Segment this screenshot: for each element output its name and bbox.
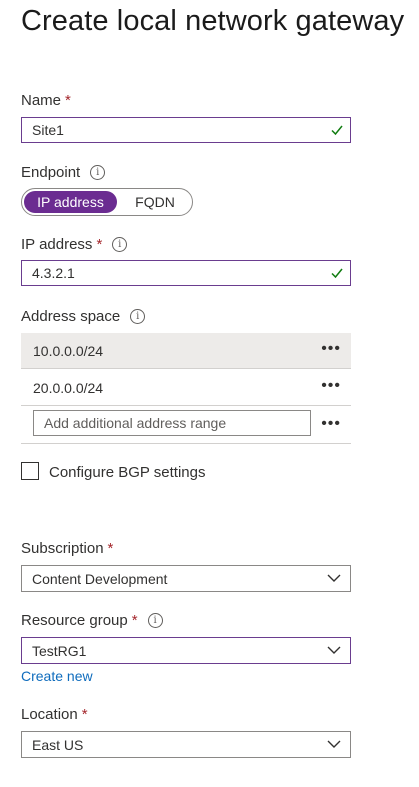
page-title: Create local network gateway — [21, 5, 405, 37]
add-address-range-input[interactable]: Add additional address range — [33, 410, 311, 436]
valid-check-icon — [331, 125, 343, 136]
endpoint-option-ip-address[interactable]: IP address — [24, 191, 117, 213]
name-value: Site1 — [32, 122, 64, 138]
info-icon[interactable]: i — [130, 309, 146, 324]
valid-check-icon — [331, 268, 343, 279]
ip-address-label: IP address * i — [21, 236, 128, 253]
subscription-value: Content Development — [32, 570, 168, 587]
more-options-icon[interactable]: ••• — [321, 377, 341, 395]
resource-group-label-text: Resource group — [21, 612, 128, 629]
required-mark: * — [65, 92, 71, 109]
endpoint-label: Endpoint i — [21, 164, 106, 181]
info-icon[interactable]: i — [147, 613, 163, 628]
bgp-checkbox[interactable] — [21, 462, 39, 480]
address-row[interactable]: 20.0.0.0/24 ••• — [21, 370, 351, 406]
address-add-row: Add additional address range ••• — [21, 406, 351, 444]
location-label-text: Location — [21, 706, 78, 723]
location-select[interactable]: East US — [21, 731, 351, 758]
create-new-link[interactable]: Create new — [21, 668, 93, 684]
ip-address-value: 4.3.2.1 — [32, 265, 75, 281]
resource-group-label: Resource group * i — [21, 612, 163, 629]
name-label: Name * — [21, 92, 71, 109]
location-value: East US — [32, 736, 84, 753]
required-mark: * — [96, 236, 103, 253]
resource-group-select[interactable]: TestRG1 — [21, 637, 351, 664]
address-space-label-text: Address space — [21, 308, 121, 325]
more-options-icon[interactable]: ••• — [321, 340, 341, 358]
chevron-down-icon — [327, 646, 341, 654]
address-value: 10.0.0.0/24 — [33, 343, 104, 359]
address-space-label: Address space i — [21, 308, 146, 325]
subscription-select[interactable]: Content Development — [21, 565, 351, 592]
endpoint-toggle[interactable]: IP address FQDN — [21, 188, 193, 216]
required-mark: * — [107, 540, 114, 557]
name-field[interactable]: Site1 — [21, 117, 351, 143]
chevron-down-icon — [327, 574, 341, 582]
required-mark: * — [81, 706, 88, 723]
resource-group-value: TestRG1 — [32, 642, 87, 659]
ip-address-field[interactable]: 4.3.2.1 — [21, 260, 351, 286]
location-label: Location * — [21, 706, 88, 723]
info-icon[interactable]: i — [112, 237, 128, 252]
address-value: 20.0.0.0/24 — [33, 380, 104, 396]
add-address-range-placeholder: Add additional address range — [44, 415, 227, 431]
endpoint-label-text: Endpoint — [21, 164, 81, 181]
subscription-label: Subscription * — [21, 540, 113, 557]
endpoint-option-fqdn[interactable]: FQDN — [130, 191, 180, 213]
info-icon[interactable]: i — [90, 165, 106, 180]
ip-address-label-text: IP address — [21, 236, 93, 253]
bgp-label[interactable]: Configure BGP settings — [49, 464, 205, 481]
name-label-text: Name — [21, 92, 62, 109]
required-mark: * — [131, 612, 138, 629]
subscription-label-text: Subscription — [21, 540, 104, 557]
more-options-icon[interactable]: ••• — [321, 415, 341, 433]
chevron-down-icon — [327, 740, 341, 748]
address-row[interactable]: 10.0.0.0/24 ••• — [21, 333, 351, 369]
